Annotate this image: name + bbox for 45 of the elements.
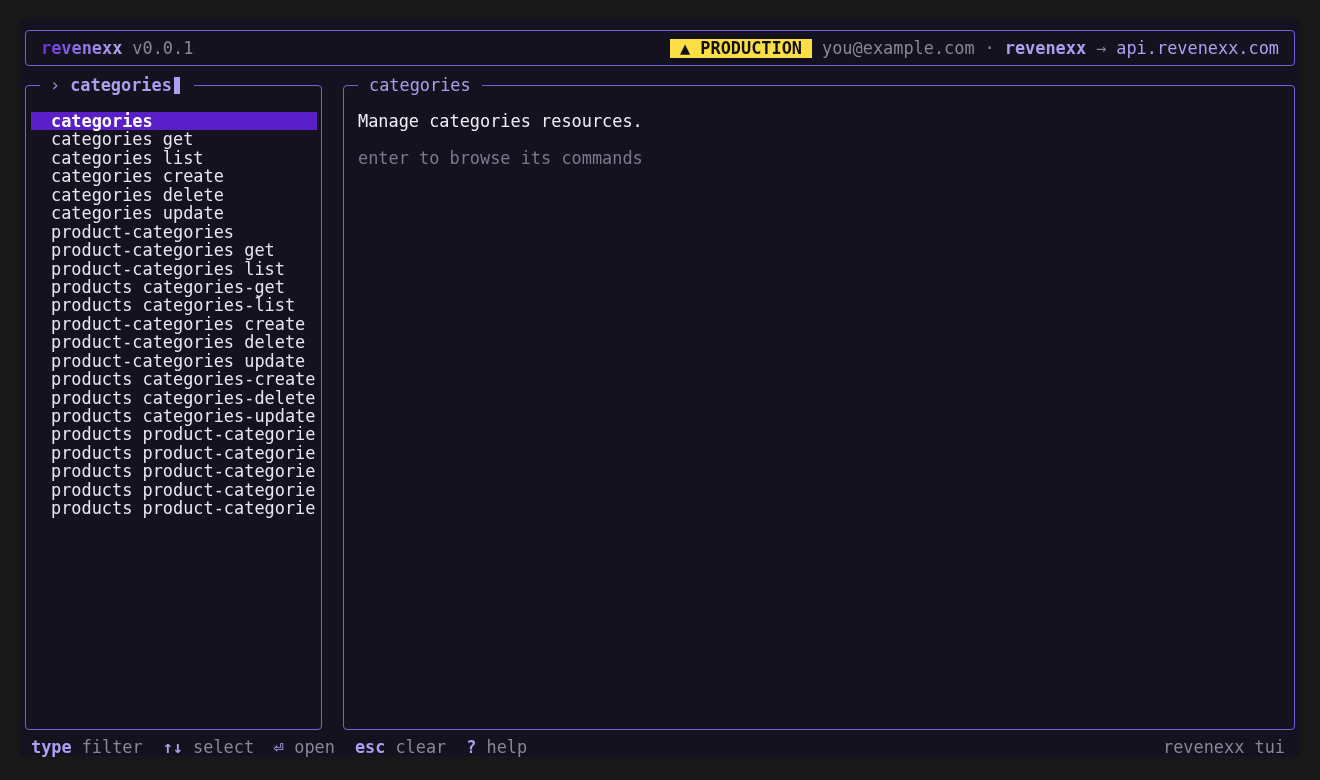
command-item[interactable]: products product-categorie — [31, 462, 317, 481]
command-item[interactable]: product-categories create — [31, 314, 317, 334]
command-item[interactable]: categories — [31, 112, 317, 131]
version-label: v0.0.1 — [132, 38, 194, 58]
panel-title: categories — [369, 75, 471, 95]
command-item[interactable]: product-categories update — [31, 351, 317, 371]
command-item[interactable]: products categories-delete — [31, 388, 317, 407]
command-item[interactable]: product-categories delete — [31, 333, 317, 352]
command-item[interactable]: products categories-update — [31, 407, 317, 426]
command-item[interactable]: categories create — [31, 167, 317, 186]
user-email: you@example.com — [822, 38, 975, 58]
shortcut-label: clear — [395, 738, 447, 756]
endpoint-url: api.revenexx.com — [1116, 38, 1279, 58]
command-item[interactable]: categories delete — [31, 185, 317, 205]
command-item[interactable]: products product-categorie — [31, 443, 317, 463]
shortcut-key: ↑↓ — [162, 738, 184, 756]
command-item[interactable]: products product-categorie — [31, 425, 317, 444]
command-item[interactable]: categories get — [31, 130, 317, 149]
environment-badge: ▲ PRODUCTION — [670, 38, 813, 58]
shortcut-label: open — [294, 738, 335, 756]
shortcut-key: ⏎ — [274, 738, 285, 756]
shortcut-key: ? — [466, 738, 477, 756]
shortcut-key: type — [31, 738, 72, 756]
prompt-symbol: › — [50, 75, 61, 95]
text-cursor-icon — [173, 76, 180, 94]
filter-field[interactable]: categories — [70, 76, 180, 94]
shortcut-label: help — [486, 738, 528, 756]
command-item[interactable]: categories update — [31, 204, 317, 223]
description-text: Manage categories resources. — [358, 112, 644, 131]
hint-text: enter to browse its commands — [358, 148, 644, 168]
workspace-name: revenexx — [1004, 38, 1087, 58]
command-item[interactable]: product-categories — [31, 222, 317, 242]
command-item[interactable]: products product-categorie — [31, 499, 317, 518]
shortcut-key: esc — [354, 738, 386, 756]
arrow-symbol: → — [1096, 38, 1107, 58]
shortcut-label: select — [193, 738, 255, 756]
command-item[interactable]: products product-categorie — [31, 480, 317, 500]
command-item[interactable]: product-categories get — [31, 241, 317, 260]
command-item[interactable]: products categories-list — [31, 296, 317, 315]
separator-text: · — [984, 38, 995, 58]
brand-label: revenexx tui — [1162, 738, 1285, 756]
command-item[interactable]: product-categories list — [31, 259, 317, 278]
command-item[interactable]: products categories-create — [31, 370, 317, 389]
shortcut-label: filter — [81, 738, 143, 756]
command-item[interactable]: categories list — [31, 148, 317, 168]
